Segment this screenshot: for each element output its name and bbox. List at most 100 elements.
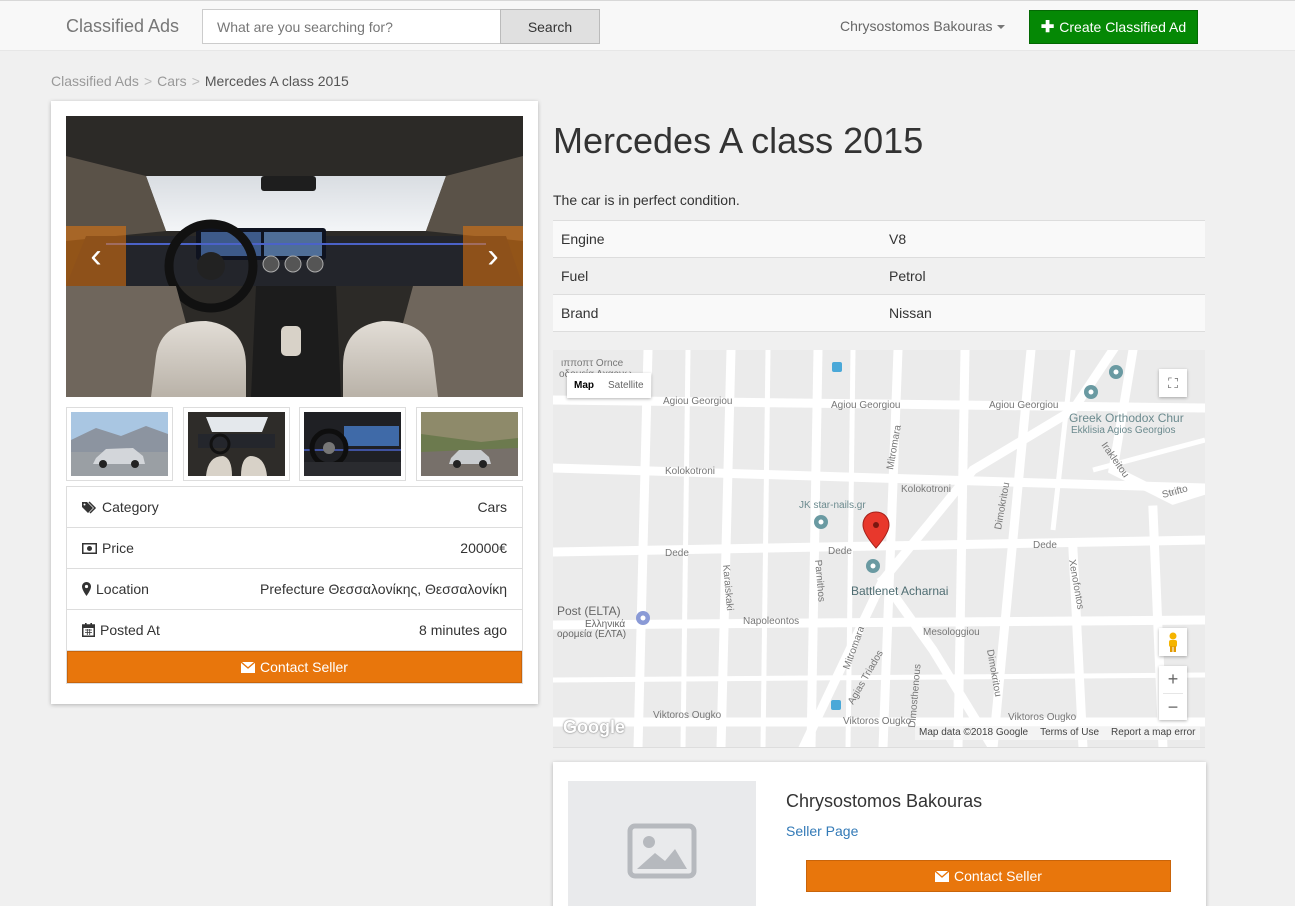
table-row: Fuel Petrol bbox=[553, 258, 1205, 295]
map-canvas: ιπποπτ Ornce οδομεία Αχαρνω Agiou Georgi… bbox=[553, 350, 1205, 747]
street-label: Kolokotroni bbox=[901, 484, 951, 495]
info-value-price: 20000€ bbox=[460, 540, 507, 556]
brand-link[interactable]: Classified Ads bbox=[66, 16, 179, 37]
pegman-icon bbox=[1169, 632, 1177, 652]
top-navbar: Classified Ads Search Chrysostomos Bakou… bbox=[0, 0, 1295, 51]
map-marker-icon bbox=[82, 582, 91, 596]
spec-value: Petrol bbox=[889, 268, 926, 284]
map-attribution: Map data ©2018 Google Terms of Use Repor… bbox=[915, 726, 1200, 740]
map-type-toggle: Map Satellite bbox=[567, 373, 651, 398]
street-label: Napoleontos bbox=[743, 616, 799, 627]
ad-title: Mercedes A class 2015 bbox=[553, 120, 924, 161]
table-row: Brand Nissan bbox=[553, 295, 1205, 332]
terms-of-use-link[interactable]: Terms of Use bbox=[1040, 726, 1099, 740]
thumbnail-strip bbox=[66, 407, 523, 481]
map-type-satellite[interactable]: Satellite bbox=[601, 373, 651, 398]
map-type-map[interactable]: Map bbox=[567, 373, 601, 398]
poi-label: Post (ELTA) bbox=[557, 604, 621, 618]
street-label: Mesologgiou bbox=[923, 627, 980, 638]
search-input[interactable] bbox=[202, 9, 500, 44]
seller-avatar bbox=[568, 781, 756, 906]
location-map[interactable]: ιπποπτ Ornce οδομεία Αχαρνω Agiou Georgi… bbox=[553, 350, 1205, 748]
car-driving-thumbnail bbox=[420, 412, 518, 476]
zoom-controls: + − bbox=[1159, 666, 1187, 720]
seller-contact-button[interactable]: Contact Seller bbox=[806, 860, 1171, 892]
info-label-text: Posted At bbox=[100, 622, 160, 638]
spec-key: Fuel bbox=[561, 268, 589, 284]
breadcrumb-current: Mercedes A class 2015 bbox=[204, 73, 349, 89]
street-label: Viktoros Ougko bbox=[1008, 712, 1077, 723]
zoom-in-button[interactable]: + bbox=[1159, 666, 1187, 693]
google-logo: Google bbox=[563, 717, 625, 737]
user-dropdown[interactable]: Chrysostomos Bakouras bbox=[840, 18, 1005, 34]
seller-page-link[interactable]: Seller Page bbox=[786, 823, 858, 839]
map-label-top-cut-1: ιπποπτ Ornce bbox=[561, 358, 624, 369]
thumbnail[interactable] bbox=[299, 407, 407, 481]
car-dashboard-thumbnail bbox=[304, 412, 402, 476]
caret-down-icon bbox=[996, 25, 1005, 30]
spec-key: Brand bbox=[561, 305, 599, 321]
car-interior-thumbnail bbox=[187, 412, 285, 476]
plus-icon: ✚ bbox=[1040, 19, 1055, 36]
info-row-posted: Posted At 8 minutes ago bbox=[67, 610, 522, 651]
breadcrumb: Classified Ads > Cars > Mercedes A class 201… bbox=[51, 73, 349, 89]
street-label: Agiou Georgiou bbox=[663, 396, 733, 407]
street-view-pegman[interactable] bbox=[1159, 628, 1187, 656]
create-ad-button[interactable]: ✚ Create Classified Ad bbox=[1029, 10, 1198, 44]
info-row-location: Location Prefecture Θεσσαλονίκης, Θεσσαλ… bbox=[67, 569, 522, 610]
envelope-icon bbox=[935, 870, 950, 882]
report-error-link[interactable]: Report a map error bbox=[1111, 726, 1195, 740]
poi-label: Battlenet Acharnai bbox=[851, 584, 948, 598]
thumbnail[interactable] bbox=[182, 407, 290, 481]
chevron-right-icon: › bbox=[487, 236, 499, 275]
table-row: Engine V8 bbox=[553, 221, 1205, 258]
street-label: Viktoros Ougko bbox=[843, 716, 912, 727]
street-label: Kolokotroni bbox=[665, 466, 715, 477]
money-icon bbox=[82, 542, 97, 554]
ad-info-table: Category Cars Price 20000€ Location Pref… bbox=[66, 486, 523, 684]
carousel-prev-button[interactable]: ‹ bbox=[66, 226, 126, 286]
user-name: Chrysostomos Bakouras bbox=[840, 18, 993, 34]
contact-seller-button[interactable]: Contact Seller bbox=[67, 651, 522, 683]
street-label: Agiou Georgiou bbox=[989, 400, 1059, 411]
zoom-out-button[interactable]: − bbox=[1159, 694, 1187, 721]
info-row-category: Category Cars bbox=[67, 487, 522, 528]
carousel-next-button[interactable]: › bbox=[463, 226, 523, 286]
calendar-icon bbox=[82, 623, 95, 637]
image-carousel[interactable]: ‹ › bbox=[66, 116, 523, 397]
seller-contact-label: Contact Seller bbox=[954, 868, 1042, 884]
poi-label: JK star-nails.gr bbox=[799, 500, 866, 511]
chevron-left-icon: ‹ bbox=[90, 236, 102, 275]
poi-label: Greek Orthodox Chur bbox=[1069, 411, 1184, 425]
spec-value: V8 bbox=[889, 231, 907, 247]
info-label-posted: Posted At bbox=[82, 622, 160, 638]
info-label-text: Location bbox=[96, 581, 149, 597]
street-label: Agiou Georgiou bbox=[831, 400, 901, 411]
street-label: Dede bbox=[665, 548, 689, 559]
info-value-posted: 8 minutes ago bbox=[419, 622, 507, 638]
info-label-price: Price bbox=[82, 540, 134, 556]
fullscreen-button[interactable]: ⛶ bbox=[1159, 369, 1187, 397]
ad-description: The car is in perfect condition. bbox=[553, 192, 740, 208]
thumbnail[interactable] bbox=[66, 407, 173, 481]
street-label: Viktoros Ougko bbox=[653, 710, 722, 721]
thumbnail[interactable] bbox=[415, 407, 523, 481]
search-form: Search bbox=[202, 9, 600, 44]
search-button[interactable]: Search bbox=[500, 9, 600, 44]
create-ad-label: Create Classified Ad bbox=[1059, 19, 1187, 35]
poi-label: Ekklisia Agios Georgios bbox=[1071, 425, 1176, 436]
poi-label: ορομεία (ΕΛΤΑ) bbox=[557, 628, 626, 640]
breadcrumb-home[interactable]: Classified Ads bbox=[51, 73, 139, 89]
contact-seller-label: Contact Seller bbox=[260, 659, 348, 675]
street-label: Dede bbox=[1033, 540, 1057, 551]
info-label-text: Category bbox=[102, 499, 159, 515]
info-value-location: Prefecture Θεσσαλονίκης, Θεσσαλονίκη bbox=[260, 581, 507, 597]
info-value-category: Cars bbox=[477, 499, 507, 515]
map-data-credit: Map data ©2018 Google bbox=[919, 727, 1029, 738]
car-interior-photo bbox=[66, 116, 523, 397]
info-label-category: Category bbox=[82, 499, 159, 515]
envelope-icon bbox=[241, 661, 256, 673]
seller-card: Chrysostomos Bakouras Seller Page Contac… bbox=[553, 762, 1206, 906]
info-label-location: Location bbox=[82, 581, 149, 597]
breadcrumb-category[interactable]: Cars bbox=[157, 73, 187, 89]
